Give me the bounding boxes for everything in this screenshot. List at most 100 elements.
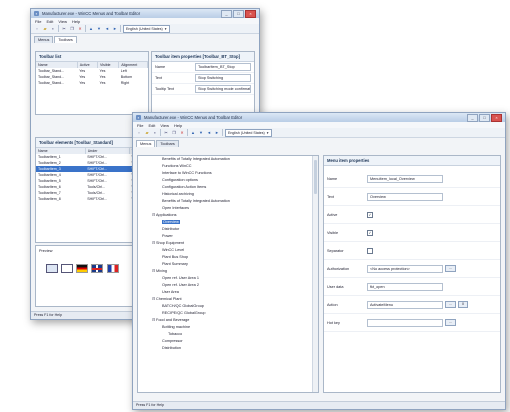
- tree-item[interactable]: Configuration Action Items: [146, 184, 318, 191]
- language-select[interactable]: English (United States) ▾: [123, 24, 170, 33]
- tree-item[interactable]: Compressor: [146, 338, 318, 345]
- cut-icon[interactable]: ✂: [163, 130, 169, 136]
- germany-flag-icon[interactable]: [76, 264, 89, 273]
- property-field[interactable]: fkt_open: [367, 282, 443, 291]
- menu-edit[interactable]: Edit: [46, 19, 53, 24]
- minimize-button[interactable]: _: [467, 113, 478, 122]
- tree-item[interactable]: Open ref. User Area 1: [146, 275, 318, 282]
- arrow-left-icon[interactable]: ◄: [104, 26, 110, 32]
- browse-button[interactable]: ...: [445, 319, 456, 326]
- property-checkbox[interactable]: [367, 247, 373, 254]
- arrow-up-icon[interactable]: ▲: [190, 130, 196, 136]
- maximize-button[interactable]: □: [233, 9, 244, 18]
- tree-item[interactable]: WinCC Level: [146, 247, 318, 254]
- tab-toolbars[interactable]: Toolbars: [156, 140, 179, 147]
- tree-item[interactable]: Tobacco: [146, 331, 318, 338]
- arrow-left-icon[interactable]: ◄: [206, 130, 212, 136]
- tree-item[interactable]: Bottling machine: [146, 324, 318, 331]
- tooltip-field[interactable]: Stop Switching mode confirmation: [195, 85, 251, 93]
- property-checkbox[interactable]: ✓: [367, 229, 373, 236]
- tab-toolbars[interactable]: Toolbars: [54, 36, 77, 43]
- close-button[interactable]: ×: [245, 9, 256, 18]
- flag-icon[interactable]: [61, 264, 74, 273]
- language-select[interactable]: English (United States) ▾: [225, 128, 272, 137]
- menu-file[interactable]: File: [35, 19, 41, 24]
- new-icon[interactable]: ▫: [136, 130, 142, 136]
- tree-item[interactable]: Distribution: [146, 345, 318, 352]
- new-icon[interactable]: ▫: [34, 26, 40, 32]
- menu-edit[interactable]: Edit: [148, 123, 155, 128]
- tree-item[interactable]: ⊟Food and Beverage: [146, 317, 318, 324]
- scrollbar-thumb[interactable]: [314, 160, 317, 194]
- tree-item[interactable]: Open ref. User Area 2: [146, 282, 318, 289]
- tree-item-label: Applications: [156, 213, 177, 217]
- tree-item[interactable]: User Area: [146, 289, 318, 296]
- tree-item[interactable]: Plant Bus Shop: [146, 254, 318, 261]
- property-field[interactable]: Overview: [367, 192, 443, 201]
- delete-icon[interactable]: ✕: [179, 130, 185, 136]
- back-window-titlebar[interactable]: ▪ Manufacturer.exe - WinCC Menus and Too…: [31, 9, 259, 18]
- menu-view[interactable]: View: [160, 123, 169, 128]
- tree-item[interactable]: ⊟Chemical Plant: [146, 296, 318, 303]
- maximize-button[interactable]: □: [479, 113, 490, 122]
- tree-item[interactable]: RECIPE/QC GlobalGroup: [146, 310, 318, 317]
- cut-icon[interactable]: ✂: [61, 26, 67, 32]
- toolbar-list-panel: Toolbar list Name Active Visible Alignme…: [35, 51, 149, 115]
- copy-icon[interactable]: ❐: [171, 130, 177, 136]
- front-window-titlebar[interactable]: ▪ Manufacturer.exe - WinCC Menus and Too…: [133, 113, 505, 122]
- table-row[interactable]: ToolbarItem_8SHIFT/Ctrl...Ye: [36, 196, 148, 202]
- clear-button[interactable]: X: [457, 301, 469, 308]
- tree-item[interactable]: Historical archiving: [146, 191, 318, 198]
- tree-item-label: Open ref. User Area 2: [162, 283, 199, 287]
- tree-item[interactable]: Power: [146, 233, 318, 240]
- tree-item[interactable]: Distributor: [146, 226, 318, 233]
- tree-item[interactable]: Benefits of Totally Integrated Automatio…: [146, 156, 318, 163]
- save-icon[interactable]: ▪: [152, 130, 158, 136]
- open-icon[interactable]: ▰: [144, 130, 150, 136]
- tree-item[interactable]: Open Interfaces: [146, 205, 318, 212]
- menu-help[interactable]: Help: [72, 19, 80, 24]
- browse-button[interactable]: ...: [445, 301, 456, 308]
- menu-help[interactable]: Help: [174, 123, 182, 128]
- tree-item[interactable]: Overview: [146, 219, 318, 226]
- arrow-right-icon[interactable]: ►: [112, 26, 118, 32]
- tree-item[interactable]: ⊟Shop Equipment: [146, 240, 318, 247]
- property-select[interactable]: ActivateMenu: [367, 300, 443, 309]
- property-checkbox[interactable]: ✓: [367, 211, 373, 218]
- arrow-up-icon[interactable]: ▲: [88, 26, 94, 32]
- tab-menus[interactable]: Menus: [136, 140, 156, 147]
- tree-item[interactable]: ⊟Applications: [146, 212, 318, 219]
- name-field[interactable]: ToolbarItem_BT_Stop: [195, 63, 251, 71]
- tree-item[interactable]: BATCH/QC GlobalGroup: [146, 303, 318, 310]
- arrow-down-icon[interactable]: ▼: [96, 26, 102, 32]
- uk-flag-icon[interactable]: [91, 264, 104, 273]
- arrow-down-icon[interactable]: ▼: [198, 130, 204, 136]
- minimize-button[interactable]: _: [221, 9, 232, 18]
- table-row[interactable]: Toolbar_Stand... Yes Yes Right: [36, 80, 148, 86]
- close-button[interactable]: ×: [491, 113, 502, 122]
- open-icon[interactable]: ▰: [42, 26, 48, 32]
- property-select[interactable]: <No access protection>: [367, 264, 443, 273]
- tree-item[interactable]: Configuration options: [146, 177, 318, 184]
- save-icon[interactable]: ▪: [50, 26, 56, 32]
- delete-icon[interactable]: ✕: [77, 26, 83, 32]
- menu-file[interactable]: File: [137, 123, 143, 128]
- text-field[interactable]: Stop Switching: [195, 74, 251, 82]
- tree-item[interactable]: Functions WinCC: [146, 163, 318, 170]
- tree-item[interactable]: Interface to WinCC Functions: [146, 170, 318, 177]
- browse-button[interactable]: ...: [445, 265, 456, 272]
- france-flag-icon[interactable]: [106, 264, 119, 273]
- property-field[interactable]: [367, 318, 443, 327]
- toolbar-list-title: Toolbar list: [36, 52, 148, 62]
- tree-item[interactable]: ⊟Mixing: [146, 268, 318, 275]
- property-field[interactable]: MenuItem_local_Overview: [367, 174, 443, 183]
- arrow-right-icon[interactable]: ►: [214, 130, 220, 136]
- property-row: Name ToolbarItem_BT_Stop: [152, 62, 254, 73]
- copy-icon[interactable]: ❐: [69, 26, 75, 32]
- menu-view[interactable]: View: [58, 19, 67, 24]
- home-icon[interactable]: [46, 264, 58, 273]
- tree-scrollbar[interactable]: [312, 156, 318, 392]
- tree-item[interactable]: Benefits of Totally Integrated Automatio…: [146, 198, 318, 205]
- tree-item[interactable]: Plant Summary: [146, 261, 318, 268]
- tab-menus[interactable]: Menus: [34, 36, 54, 43]
